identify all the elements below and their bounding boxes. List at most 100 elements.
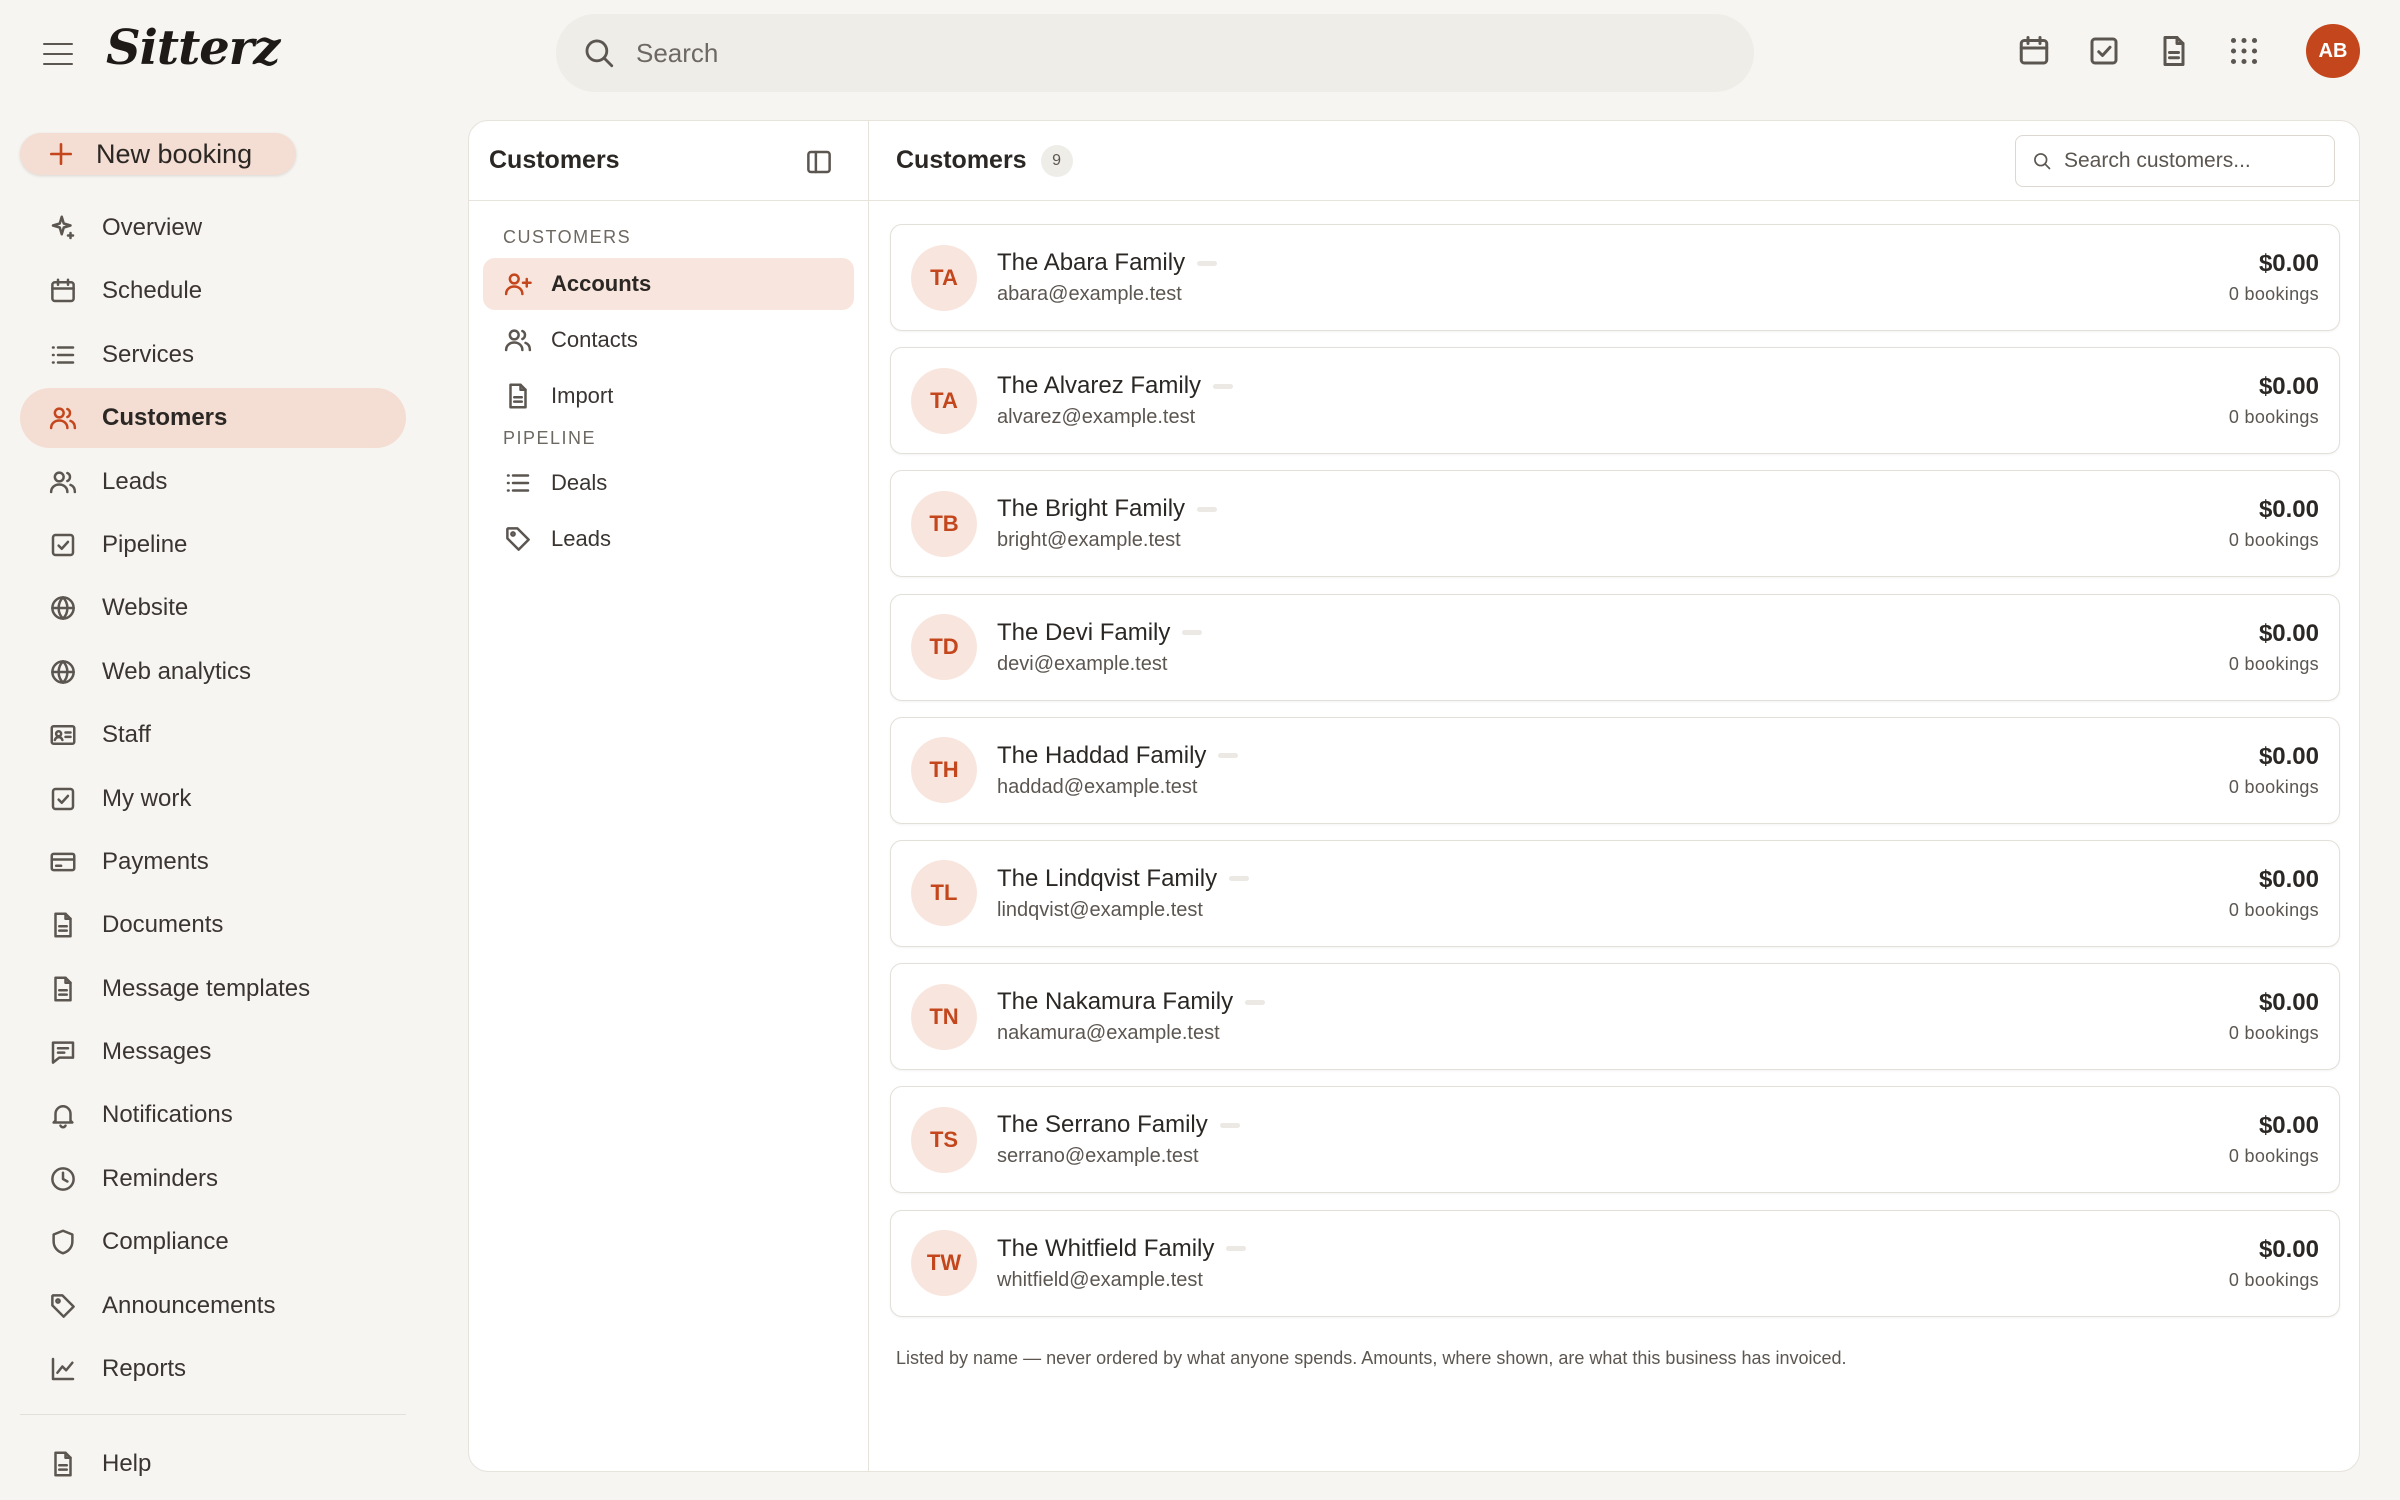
sidebar-item-message-templates[interactable]: Message templates xyxy=(20,959,406,1019)
customer-bookings: 0 bookings xyxy=(2228,1269,2319,1290)
list-footnote: Listed by name — never ordered by what a… xyxy=(896,1348,1847,1368)
tag-placeholder xyxy=(1245,999,1266,1005)
new-booking-button[interactable]: New booking xyxy=(20,133,296,175)
customer-amount: $0.00 xyxy=(2258,1235,2319,1263)
customer-amount: $0.00 xyxy=(2258,989,2319,1017)
sidebar-item-pipeline[interactable]: Pipeline xyxy=(20,515,406,575)
customer-info: The Devi Family devi@example.test xyxy=(997,619,1203,676)
subnav-item-label: Deals xyxy=(551,470,608,495)
sidebar-item-customers[interactable]: Customers xyxy=(20,388,406,449)
sidebar-item-label: Messages xyxy=(102,1038,212,1066)
table-row[interactable]: TN The Nakamura Family nakamura@example.te… xyxy=(890,963,2340,1071)
tag-placeholder xyxy=(1226,1246,1247,1251)
app-logo[interactable]: Sitterz xyxy=(106,20,280,76)
customer-stats: $0.00 0 bookings xyxy=(2229,1236,2319,1291)
plus-icon xyxy=(48,141,74,167)
subnav-item-label: Accounts xyxy=(551,271,652,296)
customer-email: devi@example.test xyxy=(997,652,1168,675)
customer-name: The Abara Family xyxy=(997,249,1186,276)
customer-stats: $0.00 0 bookings xyxy=(2229,1112,2319,1167)
menu-icon[interactable] xyxy=(40,38,80,70)
users-icon xyxy=(503,325,533,355)
sidebar-item-notifications[interactable]: Notifications xyxy=(20,1085,406,1145)
calendar-icon[interactable] xyxy=(2016,33,2052,69)
sidebar-item-services[interactable]: Services xyxy=(20,325,406,385)
search-icon xyxy=(582,36,616,70)
customer-email: lindqvist@example.test xyxy=(997,898,1203,921)
table-row[interactable]: TA The Abara Family abara@example.test $0.0… xyxy=(890,224,2340,331)
customer-stats: $0.00 0 bookings xyxy=(2229,496,2319,551)
sidebar-item-label: Pipeline xyxy=(102,530,188,558)
table-row[interactable]: TL The Lindqvist Family lindqvist@example.… xyxy=(890,839,2340,947)
user-avatar[interactable]: AB xyxy=(2306,24,2360,78)
document-icon xyxy=(503,381,533,411)
sidebar-item-staff[interactable]: Staff xyxy=(20,705,406,765)
sidebar-item-website[interactable]: Website xyxy=(20,578,406,638)
table-row[interactable]: TS The Serrano Family serrano@example.test… xyxy=(890,1086,2340,1194)
subnav-item-deals[interactable]: Deals xyxy=(483,457,854,509)
customer-search-input[interactable] xyxy=(2064,149,2324,173)
table-row[interactable]: TH The Haddad Family haddad@example.test $0… xyxy=(890,716,2340,824)
sidebar-item-leads[interactable]: Leads xyxy=(20,452,406,512)
sidebar-item-payments[interactable]: Payments xyxy=(20,832,406,892)
customer-info: The Whitfield Family whitfield@example.te… xyxy=(997,1235,1247,1292)
subnav-item-contacts[interactable]: Contacts xyxy=(483,314,854,366)
customer-stats: $0.00 0 bookings xyxy=(2229,620,2319,675)
sidebar-item-messages[interactable]: Messages xyxy=(20,1022,406,1082)
avatar: TW xyxy=(911,1230,977,1296)
table-row[interactable]: TB The Bright Family bright@example.test $0… xyxy=(890,470,2340,578)
sidebar-item-my-work[interactable]: My work xyxy=(20,769,406,829)
sidebar-item-documents[interactable]: Documents xyxy=(20,895,406,955)
sidebar-item-compliance[interactable]: Compliance xyxy=(20,1212,406,1272)
subnav-item-accounts[interactable]: Accounts xyxy=(483,258,854,310)
tag-placeholder xyxy=(1197,260,1218,266)
global-search[interactable] xyxy=(556,14,1754,92)
sidebar-item-schedule[interactable]: Schedule xyxy=(20,261,406,321)
tag-placeholder xyxy=(1182,630,1203,636)
customer-name-line: The Serrano Family xyxy=(997,1111,1240,1139)
sidebar-item-help[interactable]: Help xyxy=(20,1434,406,1494)
sidebar-item-web-analytics[interactable]: Web analytics xyxy=(20,642,406,702)
table-row[interactable]: TD The Devi Family devi@example.test $0.00 0… xyxy=(890,593,2340,701)
chart-icon xyxy=(48,1354,78,1384)
table-row[interactable]: TW The Whitfield Family whitfield@example.… xyxy=(890,1209,2340,1317)
id-card-icon xyxy=(48,720,78,750)
customer-email: bright@example.test xyxy=(997,529,1181,552)
avatar: TA xyxy=(911,244,977,311)
customer-amount: $0.00 xyxy=(2258,496,2319,524)
credit-card-icon xyxy=(48,847,78,877)
users-icon xyxy=(48,403,78,433)
document-icon[interactable] xyxy=(2156,33,2192,69)
customer-name-line: The Whitfield Family xyxy=(997,1235,1247,1263)
sidebar-toggle-icon[interactable] xyxy=(804,147,834,177)
main-panel: Customers CUSTOMERS Accounts Contacts Im… xyxy=(468,120,2360,1472)
customer-email: whitfield@example.test xyxy=(997,1268,1203,1291)
customer-email: nakamura@example.test xyxy=(997,1022,1220,1045)
sidebar-item-label: Schedule xyxy=(102,277,203,305)
subnav-item-leads[interactable]: Leads xyxy=(483,513,854,565)
sidebar-item-label: Leads xyxy=(102,467,168,495)
customer-amount: $0.00 xyxy=(2258,373,2319,401)
customer-bookings: 0 bookings xyxy=(2228,776,2319,797)
table-row[interactable]: TA The Alvarez Family alvarez@example.test… xyxy=(890,347,2340,455)
customer-bookings: 0 bookings xyxy=(2228,284,2319,304)
sidebar-item-overview[interactable]: Overview xyxy=(20,198,406,258)
search-input[interactable] xyxy=(636,37,1636,69)
sidebar-item-label: Help xyxy=(102,1450,152,1477)
customer-name-line: The Lindqvist Family xyxy=(997,865,1250,893)
customer-bookings: 0 bookings xyxy=(2228,1023,2319,1044)
globe-icon xyxy=(48,593,78,623)
subnav-item-import[interactable]: Import xyxy=(483,370,854,422)
sidebar-item-reminders[interactable]: Reminders xyxy=(20,1149,406,1209)
check-square-icon[interactable] xyxy=(2086,33,2122,69)
sidebar-item-reports[interactable]: Reports xyxy=(20,1339,406,1399)
section-label-customers: CUSTOMERS xyxy=(503,227,632,247)
sidebar-item-announcements[interactable]: Announcements xyxy=(20,1276,406,1336)
search-icon xyxy=(2032,151,2052,171)
tag-icon xyxy=(48,1291,78,1321)
message-icon xyxy=(48,1037,78,1067)
tag-icon xyxy=(503,524,533,554)
customer-search[interactable] xyxy=(2015,135,2335,187)
tag-placeholder xyxy=(1218,753,1239,759)
apps-grid-icon[interactable] xyxy=(2226,33,2262,69)
